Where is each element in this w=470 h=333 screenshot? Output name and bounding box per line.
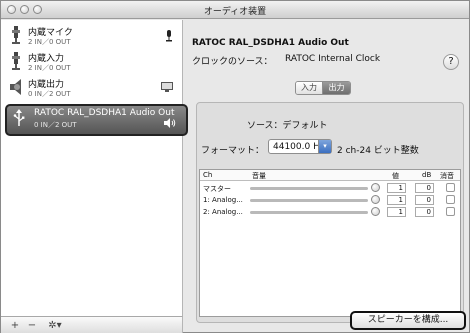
- device-channels: 2 IN／0 OUT: [28, 38, 71, 46]
- remove-device-button[interactable]: −: [26, 319, 38, 332]
- volume-value-field[interactable]: 1: [387, 207, 406, 217]
- io-segmented-control: 入力 出力: [295, 81, 351, 95]
- db-value-field[interactable]: 0: [415, 183, 434, 193]
- gear-menu-button[interactable]: ✲▾: [44, 319, 66, 332]
- device-list: 内蔵マイク 2 IN／0 OUT 内蔵入力 2 IN／0 OUT 内蔵出力 0 …: [1, 20, 188, 316]
- device-item-builtin-input[interactable]: 内蔵入力 2 IN／0 OUT: [1, 49, 183, 75]
- device-item-ratoc-audio-out[interactable]: RATOC RAL_DSDHA1 Audio Out 0 IN／2 OUT: [5, 104, 188, 136]
- mute-checkbox[interactable]: [446, 207, 455, 216]
- volume-table-header: Ch 音量 値 dB 消音: [200, 170, 460, 181]
- volume-slider-knob[interactable]: [371, 207, 380, 216]
- volume-slider[interactable]: [250, 211, 368, 214]
- tab-output[interactable]: 出力: [323, 82, 350, 94]
- device-name: RATOC RAL_DSDHA1 Audio Out: [34, 108, 175, 118]
- device-detail-pane: RATOC RAL_DSDHA1 Audio Out クロックのソース： RAT…: [184, 20, 469, 333]
- display-badge-icon: [161, 82, 173, 92]
- tab-input[interactable]: 入力: [296, 82, 323, 94]
- volume-value-field[interactable]: 1: [387, 183, 406, 193]
- mute-checkbox[interactable]: [446, 195, 455, 204]
- col-value: 値: [392, 172, 399, 180]
- add-device-button[interactable]: +: [9, 319, 21, 332]
- col-mute: 消音: [440, 172, 454, 180]
- usb-device-icon: [13, 109, 25, 126]
- format-label: フォーマット：: [201, 146, 265, 156]
- configure-speakers-button[interactable]: スピーカーを構成...: [350, 311, 466, 330]
- col-ch: Ch: [203, 171, 213, 179]
- col-volume: 音量: [252, 172, 266, 180]
- mute-checkbox[interactable]: [446, 183, 455, 192]
- microphone-badge-icon: [166, 30, 172, 42]
- volume-table: Ch 音量 値 dB 消音 マスター 1 0 1: Analog... 1 0 …: [199, 169, 461, 317]
- table-row: マスター 1 0: [200, 182, 460, 194]
- output-settings-group: ソース：デフォルト フォーマット： 44100.0 Hz ▾ 2 ch-24 ビ…: [196, 102, 464, 323]
- volume-slider[interactable]: [250, 187, 368, 190]
- volume-slider[interactable]: [250, 199, 368, 202]
- mic-device-icon: [12, 26, 20, 44]
- source-label: ソース：デフォルト: [247, 121, 328, 131]
- chevron-updown-icon: ▾: [318, 140, 331, 153]
- device-channels: 0 IN／2 OUT: [34, 121, 77, 129]
- window-title: オーディオ装置: [203, 7, 267, 17]
- db-value-field[interactable]: 0: [415, 195, 434, 205]
- col-db: dB: [422, 171, 432, 179]
- audio-devices-window: オーディオ装置 内蔵マイク 2 IN／0 OUT 内蔵入力 2 IN／0 OUT: [0, 0, 470, 333]
- volume-value-field[interactable]: 1: [387, 195, 406, 205]
- help-button[interactable]: ?: [443, 54, 459, 70]
- clock-source-value[interactable]: RATOC Internal Clock: [285, 54, 380, 64]
- channel-name: 1: Analog...: [203, 196, 243, 204]
- clock-source-label: クロックのソース：: [192, 57, 273, 67]
- device-channels: 0 IN／2 OUT: [28, 90, 71, 98]
- device-channels: 2 IN／0 OUT: [28, 64, 71, 72]
- volume-slider-knob[interactable]: [371, 183, 380, 192]
- speaker-badge-icon: [164, 118, 176, 128]
- title-bar: オーディオ装置: [1, 1, 469, 19]
- channel-name: マスター: [203, 185, 231, 193]
- sample-rate-value: 44100.0 Hz: [273, 142, 325, 152]
- channel-name: 2: Analog...: [203, 208, 243, 216]
- db-value-field[interactable]: 0: [415, 207, 434, 217]
- table-row: 2: Analog... 1 0: [200, 206, 460, 218]
- line-in-device-icon: [12, 52, 20, 70]
- device-item-builtin-mic[interactable]: 内蔵マイク 2 IN／0 OUT: [1, 23, 183, 49]
- device-title: RATOC RAL_DSDHA1 Audio Out: [192, 38, 349, 48]
- volume-slider-knob[interactable]: [371, 195, 380, 204]
- table-row: 1: Analog... 1 0: [200, 194, 460, 206]
- format-bit-depth: 2 ch-24 ビット整数: [337, 146, 419, 156]
- device-item-builtin-output[interactable]: 内蔵出力 0 IN／2 OUT: [1, 75, 183, 101]
- sample-rate-select[interactable]: 44100.0 Hz ▾: [268, 139, 332, 154]
- speaker-device-icon: [10, 79, 21, 95]
- sidebar-toolbar: + − ✲▾: [1, 316, 183, 333]
